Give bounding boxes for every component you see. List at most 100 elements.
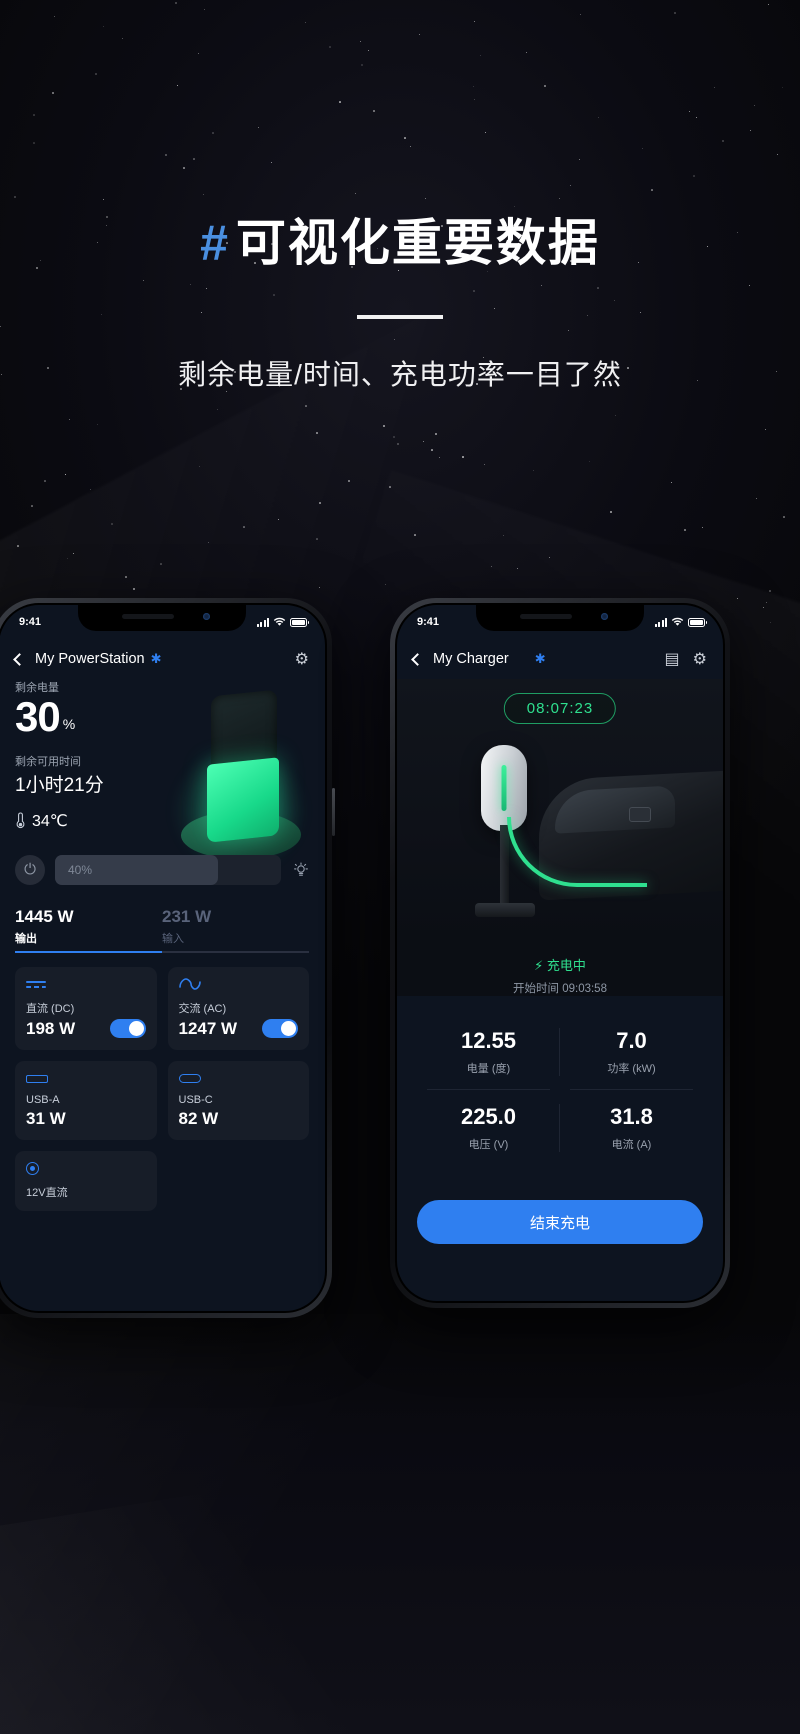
charging-timer: 08:07:23: [504, 693, 616, 724]
stat-label: 电流 (A): [560, 1136, 703, 1152]
status-time: 9:41: [19, 616, 41, 628]
back-icon[interactable]: [411, 653, 424, 666]
hash-mark: #: [200, 215, 230, 271]
status-time: 9:41: [417, 616, 439, 628]
port-value-row: 1247 W: [179, 1019, 299, 1039]
stat-label: 电压 (V): [417, 1136, 560, 1152]
stat-power: 7.0 功率 (kW): [560, 1014, 703, 1090]
input-tab[interactable]: 231 W 输入: [162, 907, 309, 946]
charger-pole: [500, 825, 509, 911]
input-label: 输入: [162, 930, 309, 946]
phone-right-screen: 9:41 My Charger ✱ ▤ ⚙ 08:07:23 ⚡ 充电中 开始时…: [395, 603, 725, 1303]
port-name: 12V直流: [26, 1184, 146, 1200]
stat-label: 电量 (度): [417, 1060, 560, 1076]
output-value: 1445 W: [15, 907, 162, 927]
charger-base: [475, 903, 535, 917]
port-name: 直流 (DC): [26, 1000, 146, 1016]
dc-line-icon: [26, 977, 146, 993]
port-card-usb-c[interactable]: USB-C 82 W: [168, 1061, 310, 1140]
stat-voltage: 225.0 电压 (V): [417, 1090, 560, 1166]
stat-value: 31.8: [560, 1104, 703, 1130]
battery-icon: [290, 618, 307, 627]
port-card-usb-a[interactable]: USB-A 31 W: [15, 1061, 157, 1140]
charging-plug: [629, 807, 651, 822]
headline-text: 可视化重要数据: [236, 215, 600, 271]
phone-side-button[interactable]: [332, 788, 335, 836]
stat-current: 31.8 电流 (A): [560, 1090, 703, 1166]
nav-bar-left: My PowerStation ✱ ⚙: [0, 639, 325, 679]
power-icon[interactable]: ⏻: [15, 855, 45, 885]
port-toggle[interactable]: [110, 1019, 146, 1038]
bolt-icon: ⚡: [534, 958, 543, 973]
port-value-row: 198 W: [26, 1019, 146, 1039]
output-label: 输出: [15, 930, 162, 946]
port-name: 交流 (AC): [179, 1000, 299, 1016]
back-icon[interactable]: [13, 653, 26, 666]
port-value: 198 W: [26, 1019, 75, 1039]
charging-status: ⚡ 充电中 开始时间 09:03:58: [397, 941, 723, 996]
port-value: 82 W: [179, 1109, 219, 1129]
percent-sign: %: [63, 716, 75, 732]
gear-icon[interactable]: ⚙: [295, 649, 309, 669]
charging-status-text: ⚡ 充电中: [397, 955, 723, 974]
port-value-row: 31 W: [26, 1109, 146, 1129]
page-title: # 可视化重要数据: [0, 215, 800, 273]
battery-illustration: [167, 683, 317, 873]
wifi-icon: [671, 617, 684, 627]
stat-value: 7.0: [560, 1028, 703, 1054]
phone-left: 9:41 My PowerStation ✱ ⚙ 剩余电量 30 % 剩余可用时…: [0, 598, 332, 1318]
percent-number: 30: [15, 697, 60, 737]
phone-right: 9:41 My Charger ✱ ▤ ⚙ 08:07:23 ⚡ 充电中 开始时…: [390, 598, 730, 1308]
port-name: USB-A: [26, 1094, 146, 1106]
start-time-text: 开始时间 09:03:58: [397, 980, 723, 996]
battery-charged-part: [207, 757, 279, 843]
bg-bottom-panel: [0, 1314, 800, 1734]
output-tab[interactable]: 1445 W 输出: [15, 907, 162, 946]
signal-icon: [257, 618, 270, 627]
stat-value: 12.55: [417, 1028, 560, 1054]
temperature-value: 34℃: [32, 811, 68, 831]
stat-value: 225.0: [417, 1104, 560, 1130]
usb-c-icon: [179, 1071, 299, 1087]
brightness-slider[interactable]: 40%: [55, 855, 281, 885]
brightness-control-row: ⏻ 40%: [15, 855, 309, 885]
port-name: USB-C: [179, 1094, 299, 1106]
ac-wave-icon: [179, 977, 299, 993]
phone-left-screen: 9:41 My PowerStation ✱ ⚙ 剩余电量 30 % 剩余可用时…: [0, 603, 327, 1313]
port-card-12v-dc[interactable]: 12V直流: [15, 1151, 157, 1211]
port-value: 1247 W: [179, 1019, 238, 1039]
port-toggle[interactable]: [262, 1019, 298, 1038]
battery-icon: [688, 618, 705, 627]
end-charging-button[interactable]: 结束充电: [417, 1200, 703, 1244]
port-card-ac[interactable]: 交流 (AC) 1247 W: [168, 967, 310, 1050]
status-bar-right: 9:41: [397, 605, 723, 639]
port-value-row: 82 W: [179, 1109, 299, 1129]
slider-value: 40%: [68, 863, 92, 877]
thermometer-icon: [15, 812, 26, 829]
bluetooth-icon: ✱: [535, 651, 546, 667]
battery-overview: 剩余电量 30 % 剩余可用时间 1小时21分 34℃: [0, 679, 325, 831]
io-tabs: 1445 W 输出 231 W 输入: [15, 907, 309, 946]
hero-section: # 可视化重要数据 剩余电量/时间、充电功率一目了然: [0, 215, 800, 393]
signal-icon: [655, 618, 668, 627]
bluetooth-icon: ✱: [151, 651, 162, 667]
stat-energy: 12.55 电量 (度): [417, 1014, 560, 1090]
stat-label: 功率 (kW): [560, 1060, 703, 1076]
device-title: My PowerStation: [35, 651, 145, 667]
gear-icon[interactable]: ⚙: [693, 649, 707, 669]
port-card-grid: 直流 (DC) 198 W 交流 (AC) 1247 W USB-A 31 W …: [15, 967, 309, 1211]
nav-bar-right: My Charger ✱ ▤ ⚙: [397, 639, 723, 679]
charging-label: 充电中: [547, 958, 586, 973]
charging-illustration: 08:07:23: [397, 679, 723, 941]
status-icons: [655, 617, 706, 627]
port-card-dc[interactable]: 直流 (DC) 198 W: [15, 967, 157, 1050]
dc-round-icon: [26, 1161, 146, 1177]
page-subtitle: 剩余电量/时间、充电功率一目了然: [0, 353, 800, 393]
record-icon[interactable]: ▤: [665, 649, 680, 669]
usb-a-icon: [26, 1071, 146, 1087]
input-value: 231 W: [162, 907, 309, 927]
port-value: 31 W: [26, 1109, 66, 1129]
device-title: My Charger: [433, 651, 509, 667]
wifi-icon: [273, 617, 286, 627]
charging-cable: [507, 817, 647, 887]
